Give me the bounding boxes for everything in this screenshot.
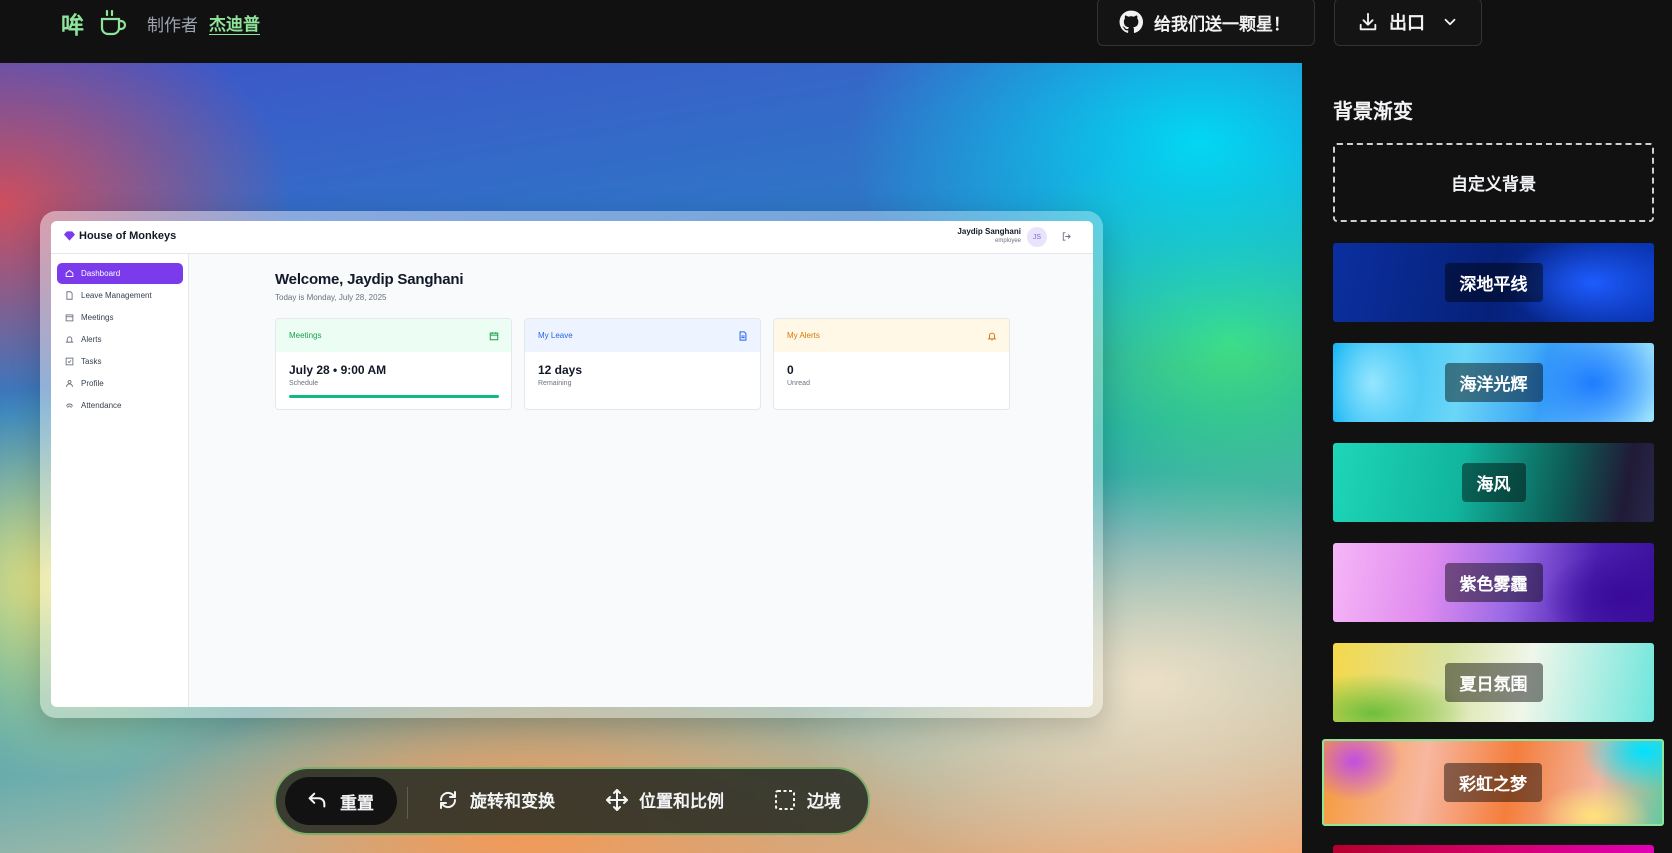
sidebar-item-label: Alerts	[81, 335, 102, 344]
github-icon	[1119, 10, 1144, 33]
reset-button[interactable]: 重置	[285, 777, 397, 825]
toolbar-divider	[407, 787, 408, 819]
card-value: 0	[787, 363, 794, 377]
dashed-square-icon	[775, 789, 795, 810]
github-star-button[interactable]: 给我们送一颗星！	[1097, 0, 1315, 46]
today-date: Today is Monday, July 28, 2025	[275, 293, 387, 302]
mock-app-window: House of Monkeys Jaydip Sanghani employe…	[51, 221, 1093, 707]
bell-icon	[987, 332, 997, 340]
gradient-label: 夏日氛围	[1444, 663, 1543, 702]
border-label: 边境	[807, 792, 841, 812]
card-header: My Leave	[525, 319, 760, 352]
preview-canvas: House of Monkeys Jaydip Sanghani employe…	[0, 63, 1302, 853]
card-subtitle: Remaining	[538, 380, 572, 387]
mock-brand-label: House of Monkeys	[79, 230, 177, 242]
checkbox-icon	[65, 357, 74, 366]
mock-brand: House of Monkeys	[64, 230, 176, 242]
mock-user-role: employee	[994, 238, 1021, 244]
author-link[interactable]: 杰迪普	[209, 10, 260, 35]
calendar-icon	[65, 314, 74, 322]
sidebar-item-dashboard: Dashboard	[57, 263, 183, 284]
github-star-label: 给我们送一颗星！	[1154, 14, 1290, 35]
document-icon	[739, 330, 747, 341]
screenshot-frame[interactable]: House of Monkeys Jaydip Sanghani employe…	[40, 211, 1103, 718]
card-value: July 28 • 9:00 AM	[289, 363, 387, 377]
card-value: 12 days	[538, 363, 583, 377]
gradient-summer-vibes[interactable]: 夏日氛围	[1333, 643, 1654, 722]
gradient-next-swatch[interactable]	[1333, 845, 1654, 853]
reset-label: 重置	[340, 793, 374, 814]
gradient-label: 海风	[1461, 463, 1526, 502]
custom-background-button[interactable]: 自定义背景	[1333, 143, 1654, 222]
calendar-icon	[489, 331, 499, 340]
bell-icon	[65, 336, 74, 343]
fingerprint-icon	[66, 403, 73, 408]
sidebar-item-label: Dashboard	[81, 269, 121, 278]
card-subtitle: Schedule	[289, 380, 319, 387]
undo-icon	[308, 792, 326, 808]
mock-user-name: Jaydip Sanghani	[957, 227, 1021, 236]
gem-icon	[64, 231, 75, 241]
logout-icon	[1062, 232, 1071, 241]
leave-card: My Leave 12 days Remaining	[524, 318, 761, 410]
sidebar-item-label: Tasks	[81, 357, 102, 366]
gradient-label: 深地平线	[1444, 263, 1543, 302]
home-icon	[65, 269, 74, 277]
gradient-sea-breeze[interactable]: 海风	[1333, 443, 1654, 522]
logo-text[interactable]: 哞	[61, 6, 84, 40]
gradient-label: 海洋光辉	[1444, 363, 1543, 402]
rotate-transform-button[interactable]: 旋转和变换	[436, 787, 555, 812]
gradient-label: 紫色雾霾	[1444, 563, 1543, 602]
card-header: Meetings	[276, 319, 511, 352]
sidebar-item-label: Attendance	[81, 401, 122, 410]
card-header: My Alerts	[774, 319, 1009, 352]
border-button[interactable]: 边境	[773, 787, 841, 812]
sidebar-item-alerts: Alerts	[57, 329, 183, 350]
made-by-label: 制作者	[147, 16, 198, 36]
background-panel: 背景渐变 自定义背景 深地平线 海洋光辉 海风 紫色雾霾 夏日氛围 彩虹之梦	[1302, 63, 1672, 853]
card-title: Meetings	[289, 331, 322, 340]
meetings-card: Meetings July 28 • 9:00 AM Schedule	[275, 318, 512, 410]
welcome-heading: Welcome, Jaydip Sanghani	[275, 271, 464, 288]
sidebar-item-meetings: Meetings	[57, 307, 183, 328]
download-icon	[1359, 12, 1377, 31]
card-title: My Alerts	[787, 331, 820, 340]
gradient-purple-haze[interactable]: 紫色雾霾	[1333, 543, 1654, 622]
sidebar-item-profile: Profile	[57, 373, 183, 394]
panel-title: 背景渐变	[1333, 99, 1413, 123]
sidebar-item-label: Meetings	[81, 313, 114, 322]
sidebar-item-label: Leave Management	[81, 291, 152, 300]
card-subtitle: Unread	[787, 380, 810, 387]
gradient-label: 彩虹之梦	[1444, 763, 1542, 802]
mock-sidebar: Dashboard Leave Management Meetings Aler…	[51, 254, 189, 707]
editor-toolbar: 重置 旋转和变换 位置和比例 边境	[274, 767, 870, 835]
export-button[interactable]: 出口	[1334, 0, 1482, 46]
card-title: My Leave	[538, 331, 573, 340]
gradient-deep-horizon[interactable]: 深地平线	[1333, 243, 1654, 322]
export-label: 出口	[1389, 13, 1425, 34]
sidebar-item-label: Profile	[81, 379, 104, 388]
card-progress-bar	[289, 395, 499, 398]
avatar: JS	[1027, 227, 1047, 247]
gradient-ocean-glow[interactable]: 海洋光辉	[1333, 343, 1654, 422]
move-icon	[606, 788, 628, 811]
sidebar-item-leave: Leave Management	[57, 285, 183, 306]
position-scale-button[interactable]: 位置和比例	[605, 787, 724, 812]
sidebar-item-attendance: Attendance	[57, 395, 183, 416]
gradient-rainbow-dream[interactable]: 彩虹之梦	[1322, 739, 1664, 826]
rotate-icon	[439, 790, 457, 809]
user-icon	[66, 380, 73, 387]
custom-background-label: 自定义背景	[1451, 175, 1536, 195]
rotate-label: 旋转和变换	[470, 792, 555, 812]
document-icon	[66, 291, 73, 300]
chevron-down-icon	[1444, 18, 1456, 26]
alerts-card: My Alerts 0 Unread	[773, 318, 1010, 410]
sidebar-item-tasks: Tasks	[57, 351, 183, 372]
top-bar: 哞 制作者 杰迪普 给我们送一颗星！ 出口	[0, 0, 1672, 63]
mock-app-header: House of Monkeys Jaydip Sanghani employe…	[51, 221, 1093, 254]
position-label: 位置和比例	[639, 792, 724, 812]
coffee-cup-icon	[100, 9, 127, 36]
